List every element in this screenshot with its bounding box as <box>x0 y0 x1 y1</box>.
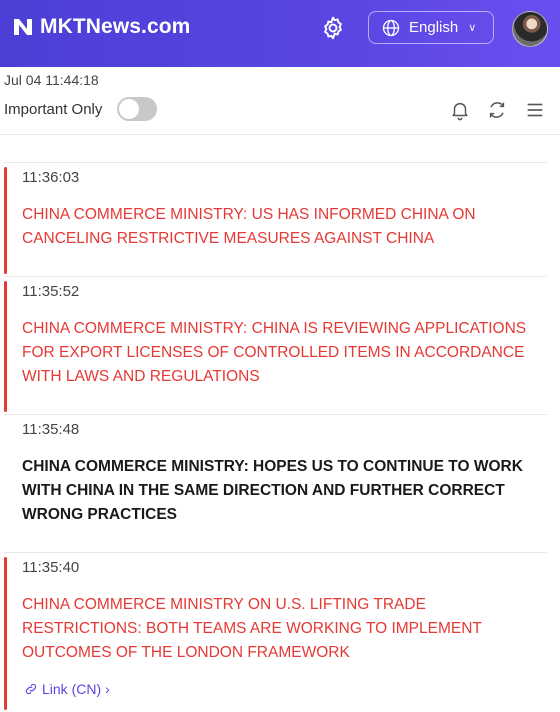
mktnews-logo-icon <box>14 19 32 35</box>
news-text: CHINA COMMERCE MINISTRY: HOPES US TO CON… <box>22 458 523 523</box>
bell-icon[interactable] <box>449 99 471 121</box>
current-datetime: Jul 04 11:44:18 <box>4 72 99 88</box>
news-time: 11:35:48 <box>22 421 80 438</box>
news-time: 11:36:03 <box>22 169 80 186</box>
language-selector[interactable]: English ∨ <box>368 11 494 44</box>
important-only-toggle[interactable] <box>117 97 157 121</box>
news-source-link[interactable]: Link (CN) › <box>24 681 110 697</box>
user-avatar[interactable] <box>512 11 548 47</box>
important-marker <box>4 167 7 274</box>
toggle-knob <box>119 99 139 119</box>
refresh-icon[interactable] <box>486 99 508 121</box>
news-item[interactable]: 11:35:52 CHINA COMMERCE MINISTRY: CHINA … <box>4 276 547 414</box>
link-icon <box>25 683 37 695</box>
chevron-down-icon: ∨ <box>468 22 477 34</box>
globe-icon <box>382 19 400 36</box>
brand-logo[interactable]: MKTNews.com <box>12 15 190 39</box>
settings-gear-icon[interactable] <box>320 15 346 41</box>
news-item[interactable]: 11:36:03 CHINA COMMERCE MINISTRY: US HAS… <box>4 162 547 276</box>
important-only-label: Important Only <box>4 101 103 118</box>
toolbar-divider <box>0 134 560 135</box>
news-item[interactable]: 11:35:48 CHINA COMMERCE MINISTRY: HOPES … <box>4 414 547 552</box>
important-marker <box>4 557 7 710</box>
top-header: MKTNews.com English ∨ <box>0 0 560 67</box>
news-text: CHINA COMMERCE MINISTRY: US HAS INFORMED… <box>22 206 476 247</box>
link-label: Link (CN) <box>42 681 102 697</box>
chevron-right-icon: › <box>105 681 110 697</box>
news-time: 11:35:52 <box>22 283 80 300</box>
important-marker <box>4 281 7 412</box>
news-text: CHINA COMMERCE MINISTRY ON U.S. LIFTING … <box>22 596 482 661</box>
news-text: CHINA COMMERCE MINISTRY: CHINA IS REVIEW… <box>22 320 527 385</box>
language-label: English <box>409 19 459 36</box>
brand-name: MKTNews.com <box>40 15 191 38</box>
news-time: 11:35:40 <box>22 559 80 576</box>
menu-icon[interactable] <box>524 99 546 121</box>
